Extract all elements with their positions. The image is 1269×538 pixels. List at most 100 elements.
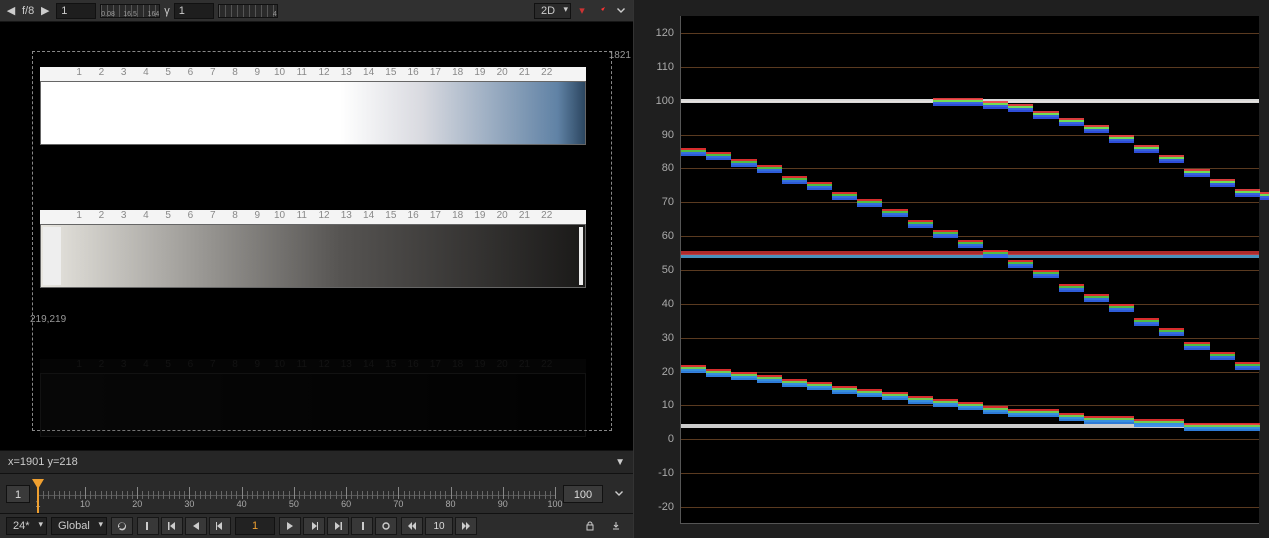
strip-number: 17: [424, 67, 446, 79]
step-back-button[interactable]: [209, 517, 231, 535]
timeline-tick-label: 20: [132, 499, 142, 509]
waveform-step-segment: [1159, 332, 1184, 336]
strip-number: 6: [179, 67, 201, 79]
prev-arrow-icon[interactable]: ◀: [4, 4, 18, 18]
waveform-y-tick-label: 70: [644, 196, 674, 208]
waveform-step-segment: [1184, 427, 1209, 431]
info-dropdown-icon[interactable]: ▼: [615, 457, 625, 468]
strip-number: 18: [447, 67, 469, 79]
strip-number: 7: [202, 359, 224, 371]
waveform-step-segment: [706, 373, 731, 377]
waveform-step-segment: [1109, 420, 1134, 424]
waveform-step-segment: [807, 386, 832, 390]
timeline-expand-icon[interactable]: [611, 486, 627, 502]
strip-numbers-row: 12345678910111213141516171819202122: [40, 210, 586, 224]
strip-number: 1: [68, 359, 90, 371]
waveform-step-segment: [706, 156, 731, 160]
next-arrow-icon[interactable]: ▶: [38, 4, 52, 18]
timeline-start-frame[interactable]: 1: [6, 485, 30, 503]
waveform-step-segment: [1210, 183, 1235, 187]
waveform-step-segment: [1033, 115, 1058, 119]
waveform-step-segment: [882, 213, 907, 217]
gamma-input[interactable]: [174, 3, 214, 19]
timeline-tick-label: 10: [80, 499, 90, 509]
step-forward-button[interactable]: [303, 517, 325, 535]
loop-button[interactable]: [111, 517, 133, 535]
expand-down-icon[interactable]: [613, 3, 629, 19]
dropdown-arrow-icon[interactable]: ▾: [575, 4, 589, 18]
lock-icon[interactable]: [579, 517, 601, 535]
waveform-step-segment: [1235, 193, 1260, 197]
gamma-label: γ: [164, 5, 170, 17]
waveform-y-tick-label: 110: [644, 61, 674, 73]
waveform-step-segment: [933, 403, 958, 407]
waveform-flat-trace: [681, 251, 1259, 255]
waveform-y-tick-label: -10: [644, 467, 674, 479]
export-icon[interactable]: [605, 517, 627, 535]
timeline-end-frame[interactable]: 100: [563, 485, 603, 503]
fstop-label: f/8: [22, 5, 34, 17]
strip-number: 11: [291, 210, 313, 222]
timeline-track[interactable]: 1102030405060708090100: [38, 479, 555, 509]
strip-number: 10: [268, 67, 290, 79]
sync-mode-select[interactable]: Global: [51, 517, 107, 535]
strip-number: 13: [335, 67, 357, 79]
timeline-cursor-icon[interactable]: [32, 479, 44, 489]
range-end-button[interactable]: [351, 517, 373, 535]
waveform-step-segment: [933, 234, 958, 238]
strip-number: 1: [68, 67, 90, 79]
fps-select[interactable]: 24*: [6, 517, 47, 535]
step-size-field[interactable]: 10: [425, 517, 453, 535]
strip-gradient: [40, 373, 586, 437]
image-viewer[interactable]: 1821 219,219 123456789101112131415161718…: [0, 22, 633, 450]
strip-number: 12: [313, 67, 335, 79]
waveform-plot-area[interactable]: [680, 16, 1259, 524]
strip-number: 17: [424, 359, 446, 371]
waveform-y-tick-label: 60: [644, 230, 674, 242]
strip-numbers-row: 12345678910111213141516171819202122: [40, 359, 586, 373]
waveform-y-tick-label: 80: [644, 162, 674, 174]
strip-number: 9: [246, 359, 268, 371]
gamma-slider[interactable]: 4: [218, 4, 278, 18]
record-button[interactable]: [375, 517, 397, 535]
strip-number: 5: [157, 359, 179, 371]
waveform-step-segment: [1134, 149, 1159, 153]
coordinate-info-bar: x=1901 y=218 ▼: [0, 450, 633, 474]
left-pane: ◀ f/8 ▶ 0.08 16.5 164 γ 4 2D ▾ 1821: [0, 0, 634, 538]
fstop-slider[interactable]: 0.08 16.5 164: [100, 4, 160, 18]
play-reverse-button[interactable]: [185, 517, 207, 535]
strip-number: 22: [536, 67, 558, 79]
strip-number: 10: [268, 210, 290, 222]
strip-number: 22: [536, 359, 558, 371]
jump-back-button[interactable]: [401, 517, 423, 535]
play-forward-button[interactable]: [279, 517, 301, 535]
strip-number: 11: [291, 67, 313, 79]
timeline-tick-label: 90: [498, 499, 508, 509]
view-mode-select[interactable]: 2D: [534, 3, 571, 19]
go-to-first-button[interactable]: [161, 517, 183, 535]
go-to-last-button[interactable]: [327, 517, 349, 535]
strip-number: 22: [536, 210, 558, 222]
timeline-tick-label: 50: [289, 499, 299, 509]
waveform-step-segment: [1159, 423, 1184, 427]
waveform-step-segment: [1084, 129, 1109, 133]
strip-number: 14: [357, 67, 379, 79]
chart-strip-overexposed: 12345678910111213141516171819202122: [40, 67, 586, 145]
waveform-y-tick-label: 50: [644, 264, 674, 276]
strip-number: 8: [224, 359, 246, 371]
waveform-y-tick-label: 100: [644, 95, 674, 107]
pin-icon[interactable]: [593, 3, 609, 19]
waveform-step-segment: [1134, 322, 1159, 326]
strip-number: 1: [68, 210, 90, 222]
jump-forward-button[interactable]: [455, 517, 477, 535]
range-start-button[interactable]: [137, 517, 159, 535]
waveform-step-segment: [782, 180, 807, 184]
strip-number: 2: [90, 210, 112, 222]
strip-number: 6: [179, 359, 201, 371]
current-frame-input[interactable]: [235, 517, 275, 535]
fstop-input[interactable]: [56, 3, 96, 19]
waveform-step-segment: [1084, 298, 1109, 302]
waveform-y-tick-label: 10: [644, 399, 674, 411]
strip-number: 15: [380, 67, 402, 79]
strip-number: 14: [357, 359, 379, 371]
